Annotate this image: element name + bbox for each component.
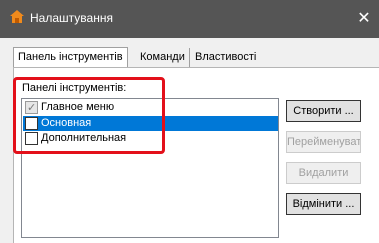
- list-item-label: Дополнительная: [41, 132, 127, 144]
- home-icon: [10, 10, 24, 23]
- tab-toolbars[interactable]: Панель інструментів: [13, 47, 128, 69]
- list-item-basic[interactable]: Основная: [23, 116, 278, 131]
- window-title: Налаштування: [30, 11, 113, 25]
- tab-properties[interactable]: Властивості: [191, 48, 260, 68]
- checkmark-icon: ✓: [27, 101, 37, 114]
- cancel-button[interactable]: Відмінити ...: [286, 193, 361, 215]
- list-item-label: Основная: [41, 117, 92, 129]
- checkbox-additional[interactable]: [25, 132, 38, 145]
- toolbars-list[interactable]: ✓ Главное меню Основная Дополнительная: [21, 98, 279, 238]
- delete-button[interactable]: Видалити: [286, 162, 361, 184]
- title-bar: Налаштування ✕: [0, 0, 379, 38]
- checkbox-basic[interactable]: [25, 117, 38, 130]
- list-item-additional[interactable]: Дополнительная: [23, 131, 278, 146]
- checkbox-main-menu[interactable]: ✓: [25, 101, 38, 114]
- rename-button[interactable]: Перейменувати: [286, 131, 361, 153]
- list-item-main-menu[interactable]: ✓ Главное меню: [23, 100, 278, 115]
- tab-strip: Панель інструментів Команди Властивості: [13, 47, 379, 69]
- toolbars-label: Панелі інструментів:: [22, 82, 127, 94]
- tab-commands[interactable]: Команди: [136, 48, 190, 68]
- create-button[interactable]: Створити ...: [286, 100, 361, 122]
- list-item-label: Главное меню: [41, 101, 115, 113]
- close-button[interactable]: ✕: [354, 8, 374, 28]
